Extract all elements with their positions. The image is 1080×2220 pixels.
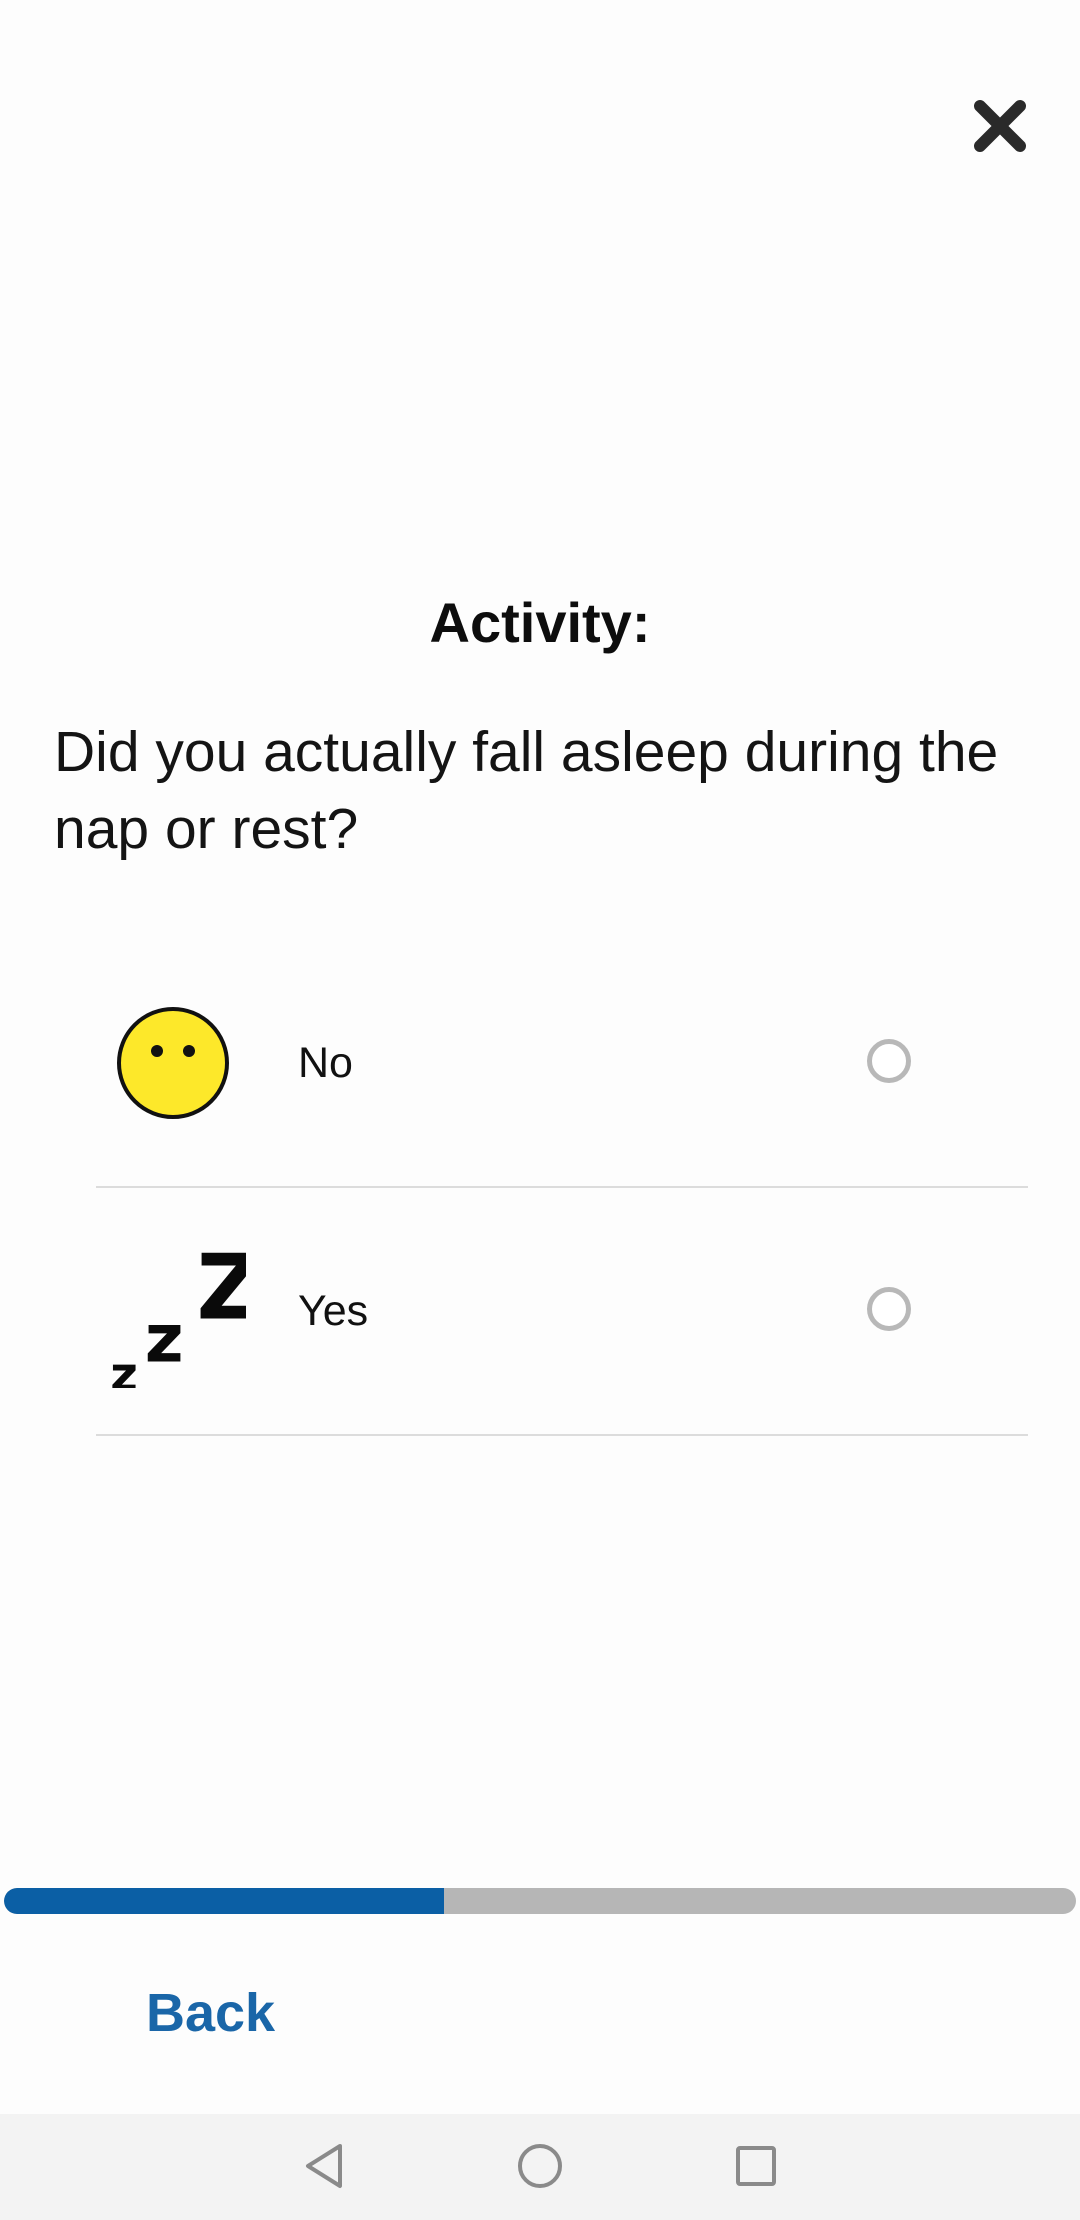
neutral-face-icon (117, 1007, 229, 1119)
option-label: Yes (298, 1287, 369, 1335)
svg-text:z: z (110, 1348, 138, 1388)
option-label: No (298, 1039, 353, 1087)
nav-recents-square-icon (736, 2146, 776, 2186)
option-no[interactable]: No (96, 940, 1028, 1188)
progress-fill (4, 1888, 444, 1914)
system-navigation-bar (0, 2114, 1080, 2220)
nav-back-triangle-icon (306, 2144, 342, 2188)
nav-home-button[interactable] (510, 2136, 570, 2196)
close-button[interactable] (962, 88, 1038, 164)
back-button[interactable]: Back (146, 1978, 275, 2048)
nav-recents-button[interactable] (726, 2136, 786, 2196)
svg-text:z: z (145, 1299, 184, 1377)
radio-button[interactable] (867, 1039, 911, 1083)
progress-bar (4, 1888, 1076, 1914)
sleep-zzz-icon: z z Z (110, 1238, 246, 1388)
question-text: Did you actually fall asleep during the … (54, 720, 999, 861)
option-yes[interactable]: z z Z Yes (96, 1188, 1028, 1436)
svg-text:Z: Z (196, 1238, 246, 1340)
close-x-icon (974, 100, 1026, 152)
answer-options: No z z Z Yes (96, 940, 1028, 1436)
radio-button[interactable] (867, 1287, 911, 1331)
nav-home-circle-icon (518, 2144, 562, 2188)
section-title: Activity: (429, 591, 651, 654)
nav-back-button[interactable] (294, 2136, 354, 2196)
